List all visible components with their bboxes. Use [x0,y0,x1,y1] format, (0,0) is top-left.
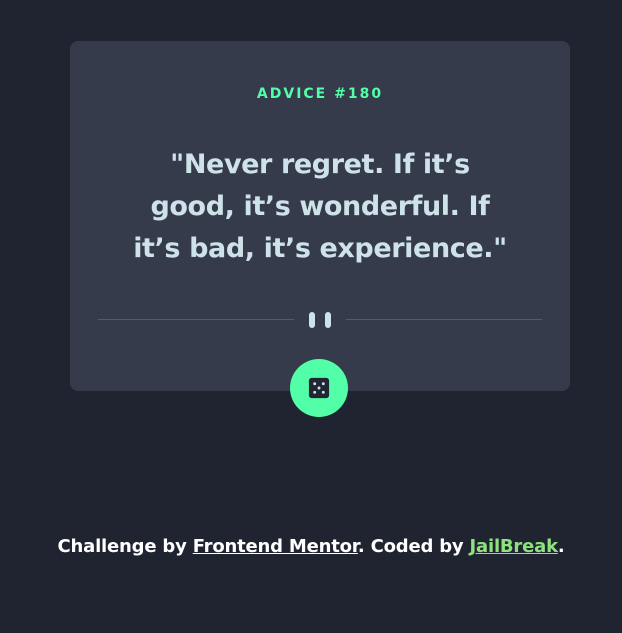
attribution-middle: . Coded by [357,536,470,557]
divider [98,311,542,329]
attribution-prefix: Challenge by [57,536,193,557]
attribution: Challenge by Frontend Mentor. Coded by J… [0,534,622,560]
divider-line-left [98,319,294,320]
advice-label: ADVICE #180 [256,86,384,102]
divider-line-right [346,319,542,320]
author-link[interactable]: JailBreak [470,536,559,557]
advice-card: ADVICE #180 "Never regret. If it’s good,… [70,41,570,391]
frontend-mentor-link[interactable]: Frontend Mentor [193,536,358,557]
advice-quote: "Never regret. If it’s good, it’s wonder… [133,149,507,264]
dice-button[interactable] [290,359,348,417]
attribution-suffix: . [557,536,565,557]
pause-icon [309,312,331,328]
dice-icon [308,377,330,399]
